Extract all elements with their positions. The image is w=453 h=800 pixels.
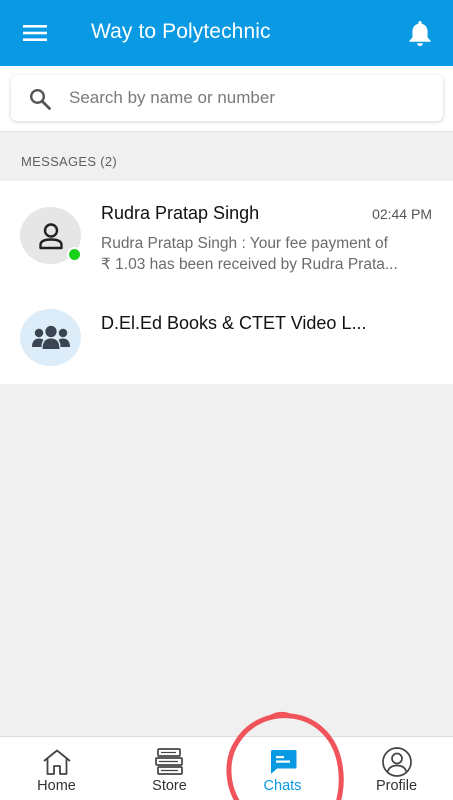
chat-preview: Rudra Pratap Singh : Your fee payment of… [101, 233, 429, 275]
avatar [20, 207, 82, 264]
chat-icon [270, 750, 296, 774]
menu-button[interactable] [14, 18, 56, 48]
search-bar-container [0, 66, 453, 132]
nav-store[interactable]: Store [113, 737, 226, 800]
messages-section-title: MESSAGES (2) [21, 154, 118, 169]
chat-time: 02:44 PM [372, 206, 432, 222]
chat-name: D.El.Ed Books & CTET Video L... [101, 313, 367, 333]
nav-home[interactable]: Home [0, 737, 113, 800]
search-input[interactable] [69, 75, 429, 121]
messages-section-header: MESSAGES (2) [0, 133, 453, 181]
app-bar: Way to Polytechnic [0, 0, 453, 66]
nav-label: Profile [375, 778, 418, 794]
notification-button[interactable] [405, 16, 435, 50]
nav-profile[interactable]: Profile [340, 737, 453, 800]
nav-chats[interactable]: Chats [226, 737, 339, 800]
hamburger-menu-icon [23, 25, 47, 41]
bottom-navigation: Home Store Chats Profile [0, 736, 453, 800]
search-icon [29, 88, 51, 110]
app-title: Way to Polytechnic [91, 20, 271, 43]
chat-list: Rudra Pratap Singh 02:44 PM Rudra Pratap… [0, 181, 453, 384]
nav-label: Home [37, 778, 76, 794]
chat-list-item[interactable]: D.El.Ed Books & CTET Video L... [0, 285, 453, 384]
chat-preview-line: Rudra Pratap Singh : Your fee payment of [101, 235, 388, 252]
home-icon [42, 749, 71, 775]
chat-preview-line: ₹ 1.03 has been received by Rudra Prata.… [101, 256, 398, 273]
books-icon [154, 748, 183, 775]
profile-icon [381, 747, 412, 777]
group-icon [31, 325, 70, 349]
person-icon [38, 222, 63, 249]
avatar [20, 309, 81, 366]
online-status-indicator [67, 247, 82, 262]
bell-icon [409, 21, 431, 46]
nav-label: Chats [263, 778, 302, 794]
chat-name: Rudra Pratap Singh [101, 203, 260, 223]
nav-label: Store [152, 778, 187, 794]
chat-list-item[interactable]: Rudra Pratap Singh 02:44 PM Rudra Pratap… [0, 181, 453, 285]
search-box[interactable] [11, 75, 443, 121]
